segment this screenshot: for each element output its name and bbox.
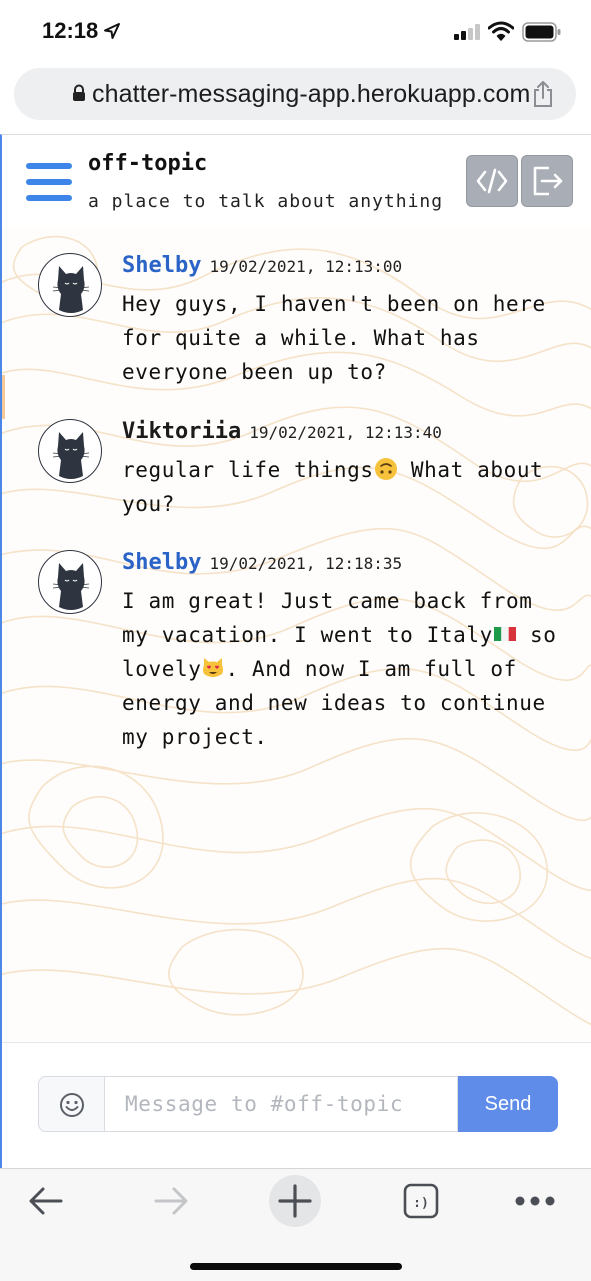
- tabs-switcher-icon[interactable]: :): [403, 1183, 439, 1219]
- message-input[interactable]: [104, 1076, 458, 1132]
- back-arrow-icon[interactable]: [28, 1185, 64, 1217]
- avatar: [38, 550, 102, 614]
- cat-avatar-icon: [52, 266, 90, 313]
- message-text-part: regular life things: [122, 458, 374, 482]
- location-arrow-icon: [104, 23, 120, 39]
- username[interactable]: Viktoriia: [122, 419, 241, 444]
- url-text[interactable]: chatter-messaging-app.herokuapp.com: [92, 80, 530, 109]
- cat-avatar-icon: [52, 432, 90, 479]
- message-composer: Send: [38, 1076, 558, 1134]
- code-button[interactable]: [466, 155, 518, 207]
- message-text-part: I am great! Just came back from my vacat…: [122, 589, 533, 647]
- message-list: Shelby 19/02/2021, 12:13:00 Hey guys, I h…: [2, 227, 591, 1042]
- italy-flag-emoji-icon: [493, 627, 516, 641]
- side-accent-marker: [2, 375, 5, 419]
- status-time: 12:18: [42, 18, 99, 43]
- code-icon: [476, 168, 508, 194]
- svg-text::): :): [413, 1196, 429, 1211]
- message-timestamp: 19/02/2021, 12:13:40: [249, 423, 442, 442]
- username[interactable]: Shelby: [122, 253, 201, 278]
- heart-eyes-cat-emoji-icon: [203, 658, 224, 677]
- message-timestamp: 19/02/2021, 12:18:35: [209, 554, 403, 573]
- logout-icon: [533, 166, 563, 196]
- logout-button[interactable]: [521, 155, 573, 207]
- username[interactable]: Shelby: [122, 550, 201, 575]
- new-tab-plus-icon[interactable]: [268, 1174, 322, 1228]
- channel-header: off-topic a place to talk about anything: [2, 135, 591, 228]
- message-text: regular life things What about you?: [122, 453, 572, 521]
- message-header: Viktoriia 19/02/2021, 12:13:40: [122, 419, 442, 444]
- address-bar[interactable]: chatter-messaging-app.herokuapp.com: [14, 68, 576, 120]
- channel-name: off-topic: [88, 151, 208, 176]
- avatar: [38, 253, 102, 317]
- message-header: Shelby 19/02/2021, 12:18:35: [122, 550, 402, 575]
- forward-arrow-icon[interactable]: [153, 1185, 189, 1217]
- lock-icon: [73, 84, 85, 101]
- home-indicator: [190, 1263, 402, 1270]
- chat-app: off-topic a place to talk about anything: [0, 134, 591, 1170]
- cellular-signal-icon: [454, 24, 480, 40]
- message-header: Shelby 19/02/2021, 12:13:00: [122, 253, 402, 278]
- message-text: Hey guys, I haven't been on here for qui…: [122, 292, 546, 384]
- avatar: [38, 419, 102, 483]
- cat-avatar-icon: [52, 563, 90, 610]
- hamburger-menu-icon[interactable]: [26, 163, 74, 203]
- upside-down-face-emoji-icon: [374, 458, 397, 480]
- more-options-icon[interactable]: [515, 1195, 555, 1207]
- wifi-icon: [488, 21, 514, 41]
- battery-icon: [522, 22, 561, 42]
- message-timestamp: 19/02/2021, 12:13:00: [209, 257, 403, 276]
- emoji-picker-button[interactable]: [38, 1076, 104, 1132]
- channel-description: a place to talk about anything: [88, 191, 444, 212]
- message-text: I am great! Just came back from my vacat…: [122, 584, 572, 754]
- share-icon[interactable]: [532, 80, 554, 108]
- status-bar: 12:18: [0, 0, 591, 64]
- send-button[interactable]: Send: [458, 1076, 558, 1132]
- smiley-icon: [60, 1093, 84, 1117]
